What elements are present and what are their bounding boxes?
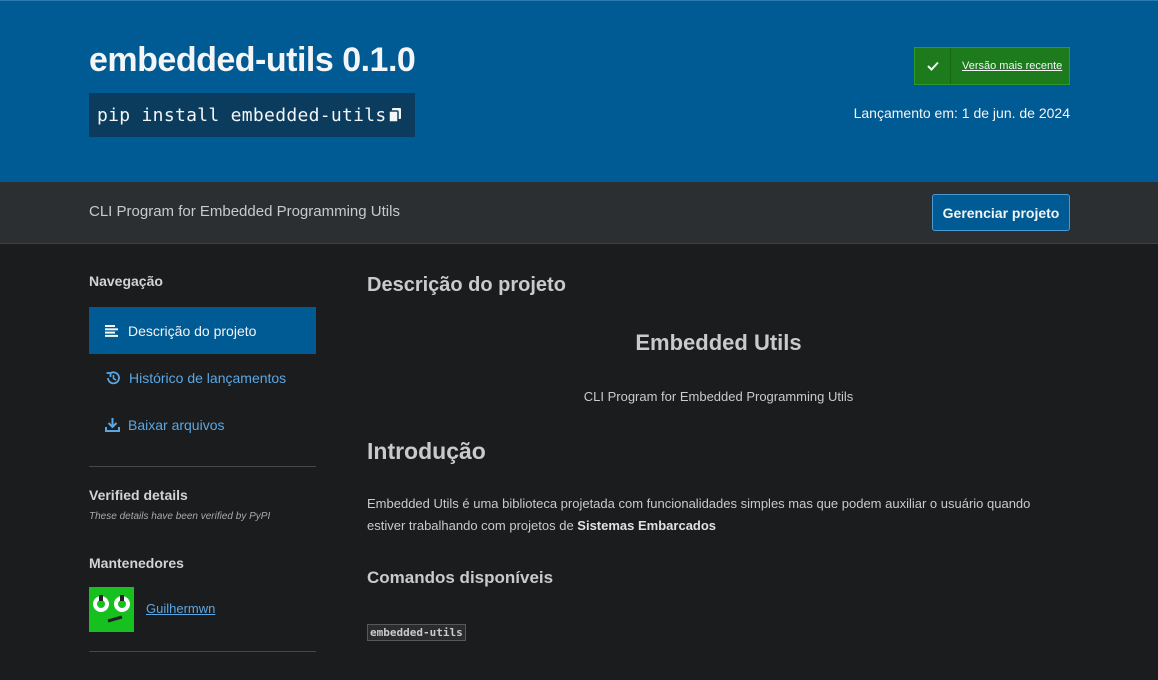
nav-label: Baixar arquivos — [128, 416, 225, 433]
latest-version-badge[interactable]: Versão mais recente — [914, 47, 1070, 85]
package-summary: CLI Program for Embedded Programming Uti… — [89, 203, 400, 220]
package-header: embedded-utils 0.1.0 pip install embedde… — [0, 0, 1158, 182]
intro-bold-text: Sistemas Embarcados — [577, 518, 717, 533]
navigation-heading: Navegação — [89, 273, 163, 289]
sidebar-divider — [89, 466, 316, 467]
nav-download-files[interactable]: Baixar arquivos — [89, 401, 316, 448]
project-description-heading: Descrição do projeto — [367, 274, 566, 296]
maintainer-link[interactable]: Guilhermwn — [146, 601, 215, 616]
nav-label: Descrição do projeto — [128, 322, 257, 339]
readme-title: Embedded Utils — [635, 330, 802, 355]
introduction-paragraph: Embedded Utils é uma biblioteca projetad… — [367, 493, 1070, 537]
latest-version-link[interactable]: Versão mais recente — [951, 60, 1062, 72]
summary-strip: CLI Program for Embedded Programming Uti… — [0, 182, 1158, 244]
history-icon — [106, 370, 120, 384]
verified-details-heading: Verified details — [89, 487, 188, 503]
pip-command[interactable]: pip install embedded-utils — [97, 105, 387, 126]
command-code: embedded-utils — [367, 624, 466, 641]
readme-subtitle: CLI Program for Embedded Programming Uti… — [583, 389, 854, 404]
maintainer-avatar[interactable] — [89, 587, 134, 632]
sidebar-divider — [89, 651, 316, 652]
checkmark-icon — [915, 48, 951, 84]
pip-install-box[interactable]: pip install embedded-utils — [89, 93, 415, 137]
commands-heading: Comandos disponíveis — [367, 568, 554, 587]
maintainers-heading: Mantenedores — [89, 555, 184, 571]
download-icon — [105, 418, 120, 432]
copy-icon[interactable] — [387, 107, 403, 123]
nav-release-history[interactable]: Histórico de lançamentos — [89, 354, 316, 401]
nav-label: Histórico de lançamentos — [129, 369, 287, 386]
introduction-heading: Introdução — [367, 438, 486, 464]
nav-project-description[interactable]: Descrição do projeto — [89, 307, 316, 354]
manage-project-button[interactable]: Gerenciar projeto — [932, 194, 1070, 231]
align-left-icon — [105, 324, 118, 337]
verified-note: These details have been verified by PyPI — [89, 511, 271, 522]
release-date: Lançamento em: 1 de jun. de 2024 — [853, 105, 1070, 121]
package-title: embedded-utils 0.1.0 — [89, 41, 416, 79]
